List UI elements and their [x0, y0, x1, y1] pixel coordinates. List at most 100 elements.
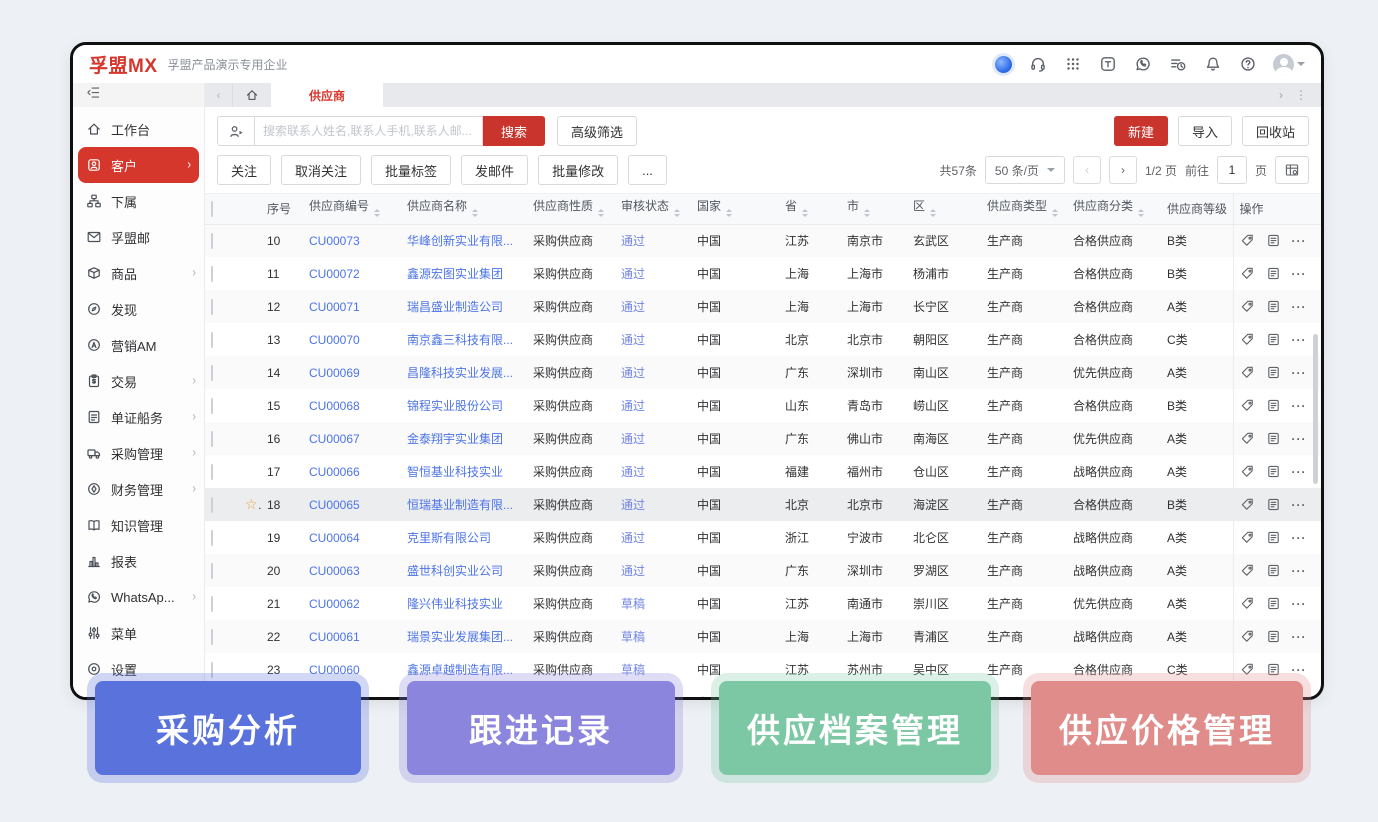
cell-name[interactable]: 金泰翔宇实业集团: [401, 422, 527, 455]
ai-assistant-icon[interactable]: [993, 54, 1013, 74]
cell-name[interactable]: 华峰创新实业有限...: [401, 224, 527, 257]
cell-name[interactable]: 鑫源宏图实业集团: [401, 257, 527, 290]
row-tag-icon[interactable]: [1240, 530, 1255, 545]
cell-name[interactable]: 昌隆科技实业发展...: [401, 356, 527, 389]
row-tag-icon[interactable]: [1240, 398, 1255, 413]
row-note-icon[interactable]: [1266, 365, 1281, 380]
row-note-icon[interactable]: [1266, 662, 1281, 677]
row-tag-icon[interactable]: [1240, 266, 1255, 281]
overlay-button-3[interactable]: 供应价格管理: [1031, 681, 1303, 775]
row-more-icon[interactable]: ···: [1292, 300, 1307, 314]
cell-name[interactable]: 恒瑞基业制造有限...: [401, 488, 527, 521]
cell-code[interactable]: CU00070: [303, 323, 401, 356]
row-more-icon[interactable]: ···: [1292, 465, 1307, 479]
row-tag-icon[interactable]: [1240, 629, 1255, 644]
batch-action-1[interactable]: 取消关注: [281, 155, 361, 185]
prev-page-button[interactable]: ‹: [1073, 156, 1101, 184]
row-checkbox[interactable]: [211, 398, 213, 414]
sidebar-item-1[interactable]: 客户›: [78, 147, 199, 183]
favorite-star-icon[interactable]: ☆: [245, 496, 261, 512]
column-header-2[interactable]: 供应商名称: [401, 194, 527, 224]
cell-code[interactable]: CU00063: [303, 554, 401, 587]
batch-action-3[interactable]: 发邮件: [461, 155, 528, 185]
overlay-button-2[interactable]: 供应档案管理: [719, 681, 991, 775]
table-settings-button[interactable]: [1275, 156, 1309, 184]
chat-t-icon[interactable]: [1098, 54, 1118, 74]
row-note-icon[interactable]: [1266, 530, 1281, 545]
row-note-icon[interactable]: [1266, 464, 1281, 479]
cell-code[interactable]: CU00064: [303, 521, 401, 554]
search-input[interactable]: [255, 116, 483, 146]
cell-code[interactable]: CU00072: [303, 257, 401, 290]
row-tag-icon[interactable]: [1240, 497, 1255, 512]
row-more-icon[interactable]: ···: [1292, 531, 1307, 545]
row-note-icon[interactable]: [1266, 398, 1281, 413]
sidebar-item-10[interactable]: 财务管理›: [73, 471, 204, 507]
row-more-icon[interactable]: ···: [1292, 399, 1307, 413]
row-more-icon[interactable]: ···: [1292, 432, 1307, 446]
sidebar-item-11[interactable]: 知识管理: [73, 507, 204, 543]
tab-home-button[interactable]: [233, 83, 271, 107]
sidebar-item-7[interactable]: 交易›: [73, 363, 204, 399]
row-note-icon[interactable]: [1266, 563, 1281, 578]
row-tag-icon[interactable]: [1240, 431, 1255, 446]
column-header-5[interactable]: 国家: [691, 194, 779, 224]
sidebar-item-5[interactable]: 发现: [73, 291, 204, 327]
row-note-icon[interactable]: [1266, 233, 1281, 248]
row-checkbox[interactable]: [211, 563, 213, 579]
row-note-icon[interactable]: [1266, 596, 1281, 611]
row-more-icon[interactable]: ···: [1292, 597, 1307, 611]
overlay-button-0[interactable]: 采购分析: [95, 681, 361, 775]
row-tag-icon[interactable]: [1240, 233, 1255, 248]
cell-code[interactable]: CU00073: [303, 224, 401, 257]
row-tag-icon[interactable]: [1240, 365, 1255, 380]
sidebar-item-8[interactable]: 单证船务›: [73, 399, 204, 435]
headset-icon[interactable]: [1028, 54, 1048, 74]
cell-name[interactable]: 锦程实业股份公司: [401, 389, 527, 422]
row-note-icon[interactable]: [1266, 332, 1281, 347]
row-tag-icon[interactable]: [1240, 299, 1255, 314]
tab-menu-button[interactable]: ⋮: [1291, 88, 1311, 102]
cell-code[interactable]: CU00062: [303, 587, 401, 620]
row-checkbox[interactable]: [211, 629, 213, 645]
column-header-9[interactable]: 供应商类型: [981, 194, 1067, 224]
sidebar-item-12[interactable]: 报表: [73, 543, 204, 579]
batch-action-5[interactable]: ...: [628, 155, 667, 185]
bell-icon[interactable]: [1203, 54, 1223, 74]
row-more-icon[interactable]: ···: [1292, 333, 1307, 347]
row-tag-icon[interactable]: [1240, 563, 1255, 578]
row-note-icon[interactable]: [1266, 431, 1281, 446]
vertical-scrollbar[interactable]: [1313, 334, 1318, 484]
batch-action-2[interactable]: 批量标签: [371, 155, 451, 185]
cell-code[interactable]: CU00069: [303, 356, 401, 389]
row-checkbox[interactable]: [211, 464, 213, 480]
tab-forward-button[interactable]: ›: [1275, 88, 1287, 102]
cell-name[interactable]: 瑞景实业发展集团...: [401, 620, 527, 653]
row-checkbox[interactable]: [211, 299, 213, 315]
batch-action-4[interactable]: 批量修改: [538, 155, 618, 185]
sidebar-item-14[interactable]: 菜单: [73, 615, 204, 651]
cell-name[interactable]: 克里斯有限公司: [401, 521, 527, 554]
cell-code[interactable]: CU00065: [303, 488, 401, 521]
sidebar-item-13[interactable]: WhatsAp...›: [73, 579, 204, 615]
row-more-icon[interactable]: ···: [1292, 234, 1307, 248]
recycle-bin-button[interactable]: 回收站: [1242, 116, 1309, 146]
row-checkbox[interactable]: [211, 530, 213, 546]
sidebar-item-4[interactable]: 商品›: [73, 255, 204, 291]
cell-name[interactable]: 智恒基业科技实业: [401, 455, 527, 488]
goto-page-input[interactable]: [1217, 156, 1247, 184]
row-more-icon[interactable]: ···: [1292, 498, 1307, 512]
cell-code[interactable]: CU00061: [303, 620, 401, 653]
row-checkbox[interactable]: [211, 662, 213, 678]
row-checkbox[interactable]: [211, 266, 213, 282]
row-note-icon[interactable]: [1266, 266, 1281, 281]
whatsapp-icon[interactable]: [1133, 54, 1153, 74]
row-checkbox[interactable]: [211, 497, 213, 513]
import-button[interactable]: 导入: [1178, 116, 1232, 146]
page-size-select[interactable]: 50 条/页: [985, 156, 1065, 184]
column-header-3[interactable]: 供应商性质: [527, 194, 615, 224]
row-checkbox[interactable]: [211, 233, 213, 249]
column-header-1[interactable]: 供应商编号: [303, 194, 401, 224]
sidebar-item-0[interactable]: 工作台: [73, 111, 204, 147]
column-header-8[interactable]: 区: [907, 194, 981, 224]
